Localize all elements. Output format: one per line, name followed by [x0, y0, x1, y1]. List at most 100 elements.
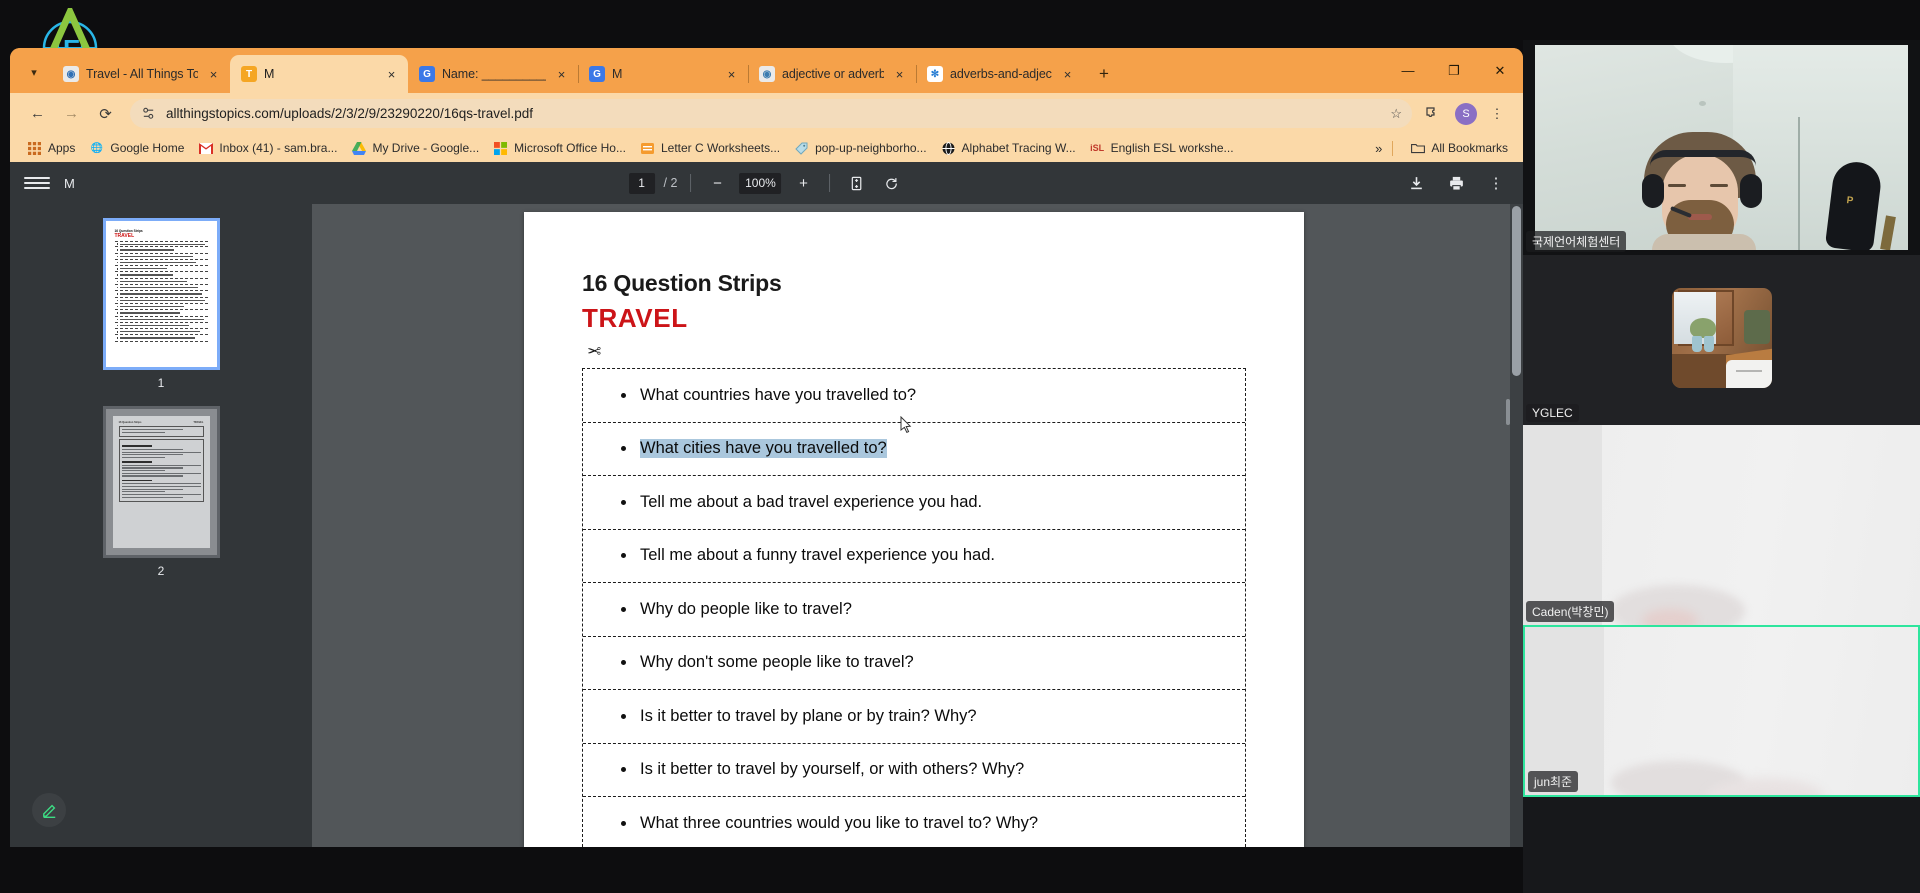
tab-close-button[interactable]: ×	[553, 66, 570, 83]
pdf-page-viewer[interactable]: 16 Question Strips TRAVEL ✂ What countri…	[312, 204, 1523, 847]
question-strip[interactable]: Tell me about a funny travel experience …	[583, 530, 1245, 583]
question-strip[interactable]: Why don't some people like to travel?	[583, 637, 1245, 690]
tab-title: adverbs-and-adjectives.pn	[950, 67, 1052, 81]
tab-close-button[interactable]: ×	[1059, 66, 1076, 83]
thumbnail-page-label: 2	[157, 564, 165, 578]
video-panel-empty-area	[1523, 797, 1920, 893]
reload-button[interactable]: ⟳	[90, 98, 121, 129]
tab-close-button[interactable]: ×	[205, 66, 222, 83]
all-bookmarks-button[interactable]: All Bookmarks	[1403, 139, 1515, 158]
hamburger-menu-icon[interactable]	[24, 177, 50, 189]
video-tile-avatar[interactable]: YGLEC	[1523, 255, 1920, 425]
question-text: Tell me about a bad travel experience yo…	[640, 492, 983, 511]
page-number-input[interactable]	[628, 172, 655, 194]
question-strip[interactable]: Is it better to travel by plane or by tr…	[583, 690, 1245, 744]
scissors-icon: ✂	[587, 342, 602, 361]
site-settings-icon[interactable]	[140, 105, 157, 122]
browser-tab-2[interactable]: G Name: ________________ ×	[408, 55, 578, 93]
rotate-icon[interactable]	[878, 170, 904, 196]
pdf-more-menu-icon[interactable]: ⋮	[1483, 170, 1509, 196]
puzzle-icon[interactable]	[1418, 100, 1446, 128]
bookmarks-overflow-button[interactable]: »	[1375, 141, 1382, 156]
zoom-level-value[interactable]: 100%	[739, 172, 782, 194]
browser-tab-0[interactable]: ◉ Travel - All Things Topics ×	[52, 55, 230, 93]
browser-tab-1[interactable]: T M ×	[230, 55, 408, 93]
google-favicon: G	[589, 66, 605, 82]
zoom-in-button[interactable]: +	[790, 170, 816, 196]
bookmark-inbox[interactable]: Inbox (41) - sam.bra...	[191, 139, 344, 158]
bookmark-star-icon[interactable]: ☆	[1390, 106, 1402, 122]
bookmark-letter-c-worksheets[interactable]: Letter C Worksheets...	[633, 139, 787, 158]
scrollbar-thumb[interactable]	[1512, 206, 1521, 376]
split-view-handle[interactable]	[1506, 399, 1510, 425]
mini-subtitle: TRAVEL	[114, 233, 135, 239]
tab-title: Name: ________________	[442, 67, 546, 81]
thumbnail-sidebar: 16 Question Strips TRAVEL 1 16 Question …	[10, 204, 312, 847]
tab-search-icon[interactable]: ▾	[20, 58, 48, 86]
kebab-menu-icon[interactable]: ⋮	[1483, 100, 1511, 128]
page-thumbnail-1[interactable]: 16 Question Strips TRAVEL	[102, 218, 220, 370]
bullet-icon	[621, 821, 626, 827]
document-subtitle: TRAVEL	[582, 303, 688, 333]
question-strip[interactable]: Is it better to travel by yourself, or w…	[583, 744, 1245, 797]
pdf-document-title: M	[64, 175, 75, 191]
tab-close-button[interactable]: ×	[723, 66, 740, 83]
document-title: 16 Question Strips	[582, 270, 782, 296]
bullet-icon	[621, 392, 626, 398]
participant-name-badge: jun최준	[1528, 771, 1579, 792]
close-window-button[interactable]: ✕	[1477, 51, 1523, 91]
bookmark-my-drive[interactable]: My Drive - Google...	[344, 139, 486, 158]
minimize-button[interactable]: —	[1385, 51, 1431, 91]
video-tile-jun-active-speaker[interactable]: jun최준	[1523, 625, 1920, 797]
zoom-out-button[interactable]: −	[704, 170, 730, 196]
tab-close-button[interactable]: ×	[891, 66, 908, 83]
fit-page-icon[interactable]	[843, 170, 869, 196]
gmail-icon	[198, 141, 213, 156]
bookmark-label: pop-up-neighborho...	[815, 141, 927, 155]
browser-tab-3[interactable]: G M ×	[578, 55, 748, 93]
bookmark-apps[interactable]: Apps	[20, 139, 82, 158]
microsoft-icon	[493, 141, 508, 156]
browser-tab-5[interactable]: ✻ adverbs-and-adjectives.pn ×	[916, 55, 1084, 93]
bookmark-pop-up-neighborhood[interactable]: pop-up-neighborho...	[787, 139, 933, 158]
new-tab-button[interactable]: +	[1090, 60, 1118, 88]
mini-header-right: TRAVEL	[193, 421, 204, 424]
back-button[interactable]: ←	[22, 98, 53, 129]
address-bar[interactable]: allthingstopics.com/uploads/2/3/2/9/2329…	[130, 99, 1412, 128]
pencil-icon[interactable]	[32, 793, 66, 827]
bookmark-label: English ESL workshe...	[1110, 141, 1234, 155]
question-strip[interactable]: What three countries would you like to t…	[583, 797, 1245, 847]
participant-name-badge: Caden(박창민)	[1526, 601, 1615, 622]
question-strip[interactable]: Why do people like to travel?	[583, 583, 1245, 637]
profile-avatar[interactable]: S	[1455, 102, 1477, 125]
google-docs-favicon: G	[419, 66, 435, 82]
page-thumbnail-2[interactable]: 16 Question Strips TRAVEL	[102, 406, 220, 558]
tag-icon	[794, 141, 809, 156]
video-tile-caden[interactable]: Caden(박창민)	[1523, 425, 1920, 625]
pdf-toolbar: M / 2 − 100% +	[10, 162, 1523, 204]
browser-tab-4[interactable]: ◉ adjective or adverb worksh ×	[748, 55, 916, 93]
bullet-icon	[621, 553, 626, 559]
download-icon[interactable]	[1403, 170, 1429, 196]
bookmark-label: Alphabet Tracing W...	[961, 141, 1076, 155]
bookmarks-bar: Apps 🌐 Google Home Inbox (41) - sam.bra.…	[10, 134, 1523, 162]
vertical-scrollbar[interactable]	[1510, 204, 1523, 847]
question-text: Why don't some people like to travel?	[640, 653, 914, 672]
bookmark-microsoft-office[interactable]: Microsoft Office Ho...	[486, 139, 633, 158]
question-strip[interactable]: Tell me about a bad travel experience yo…	[583, 476, 1245, 530]
globe-dark-icon	[941, 141, 956, 156]
bullet-icon	[621, 767, 626, 773]
question-strip[interactable]: What countries have you travelled to?	[583, 369, 1245, 423]
maximize-button[interactable]: ❐	[1431, 51, 1477, 91]
bookmark-alphabet-tracing[interactable]: Alphabet Tracing W...	[934, 139, 1083, 158]
tab-close-button[interactable]: ×	[383, 66, 400, 83]
forward-button[interactable]: →	[56, 98, 87, 129]
bookmark-english-esl[interactable]: iSL English ESL workshe...	[1083, 139, 1241, 158]
webcam-feed	[1523, 425, 1920, 625]
bookmark-google-home[interactable]: 🌐 Google Home	[82, 139, 191, 158]
question-text: Tell me about a funny travel experience …	[640, 546, 995, 565]
video-tile-presenter[interactable]: 국제언어체험센터	[1523, 40, 1920, 255]
question-strip[interactable]: What cities have you travelled to?	[583, 423, 1245, 476]
mini-header-left: 16 Question Strips	[118, 421, 142, 424]
print-icon[interactable]	[1443, 170, 1469, 196]
